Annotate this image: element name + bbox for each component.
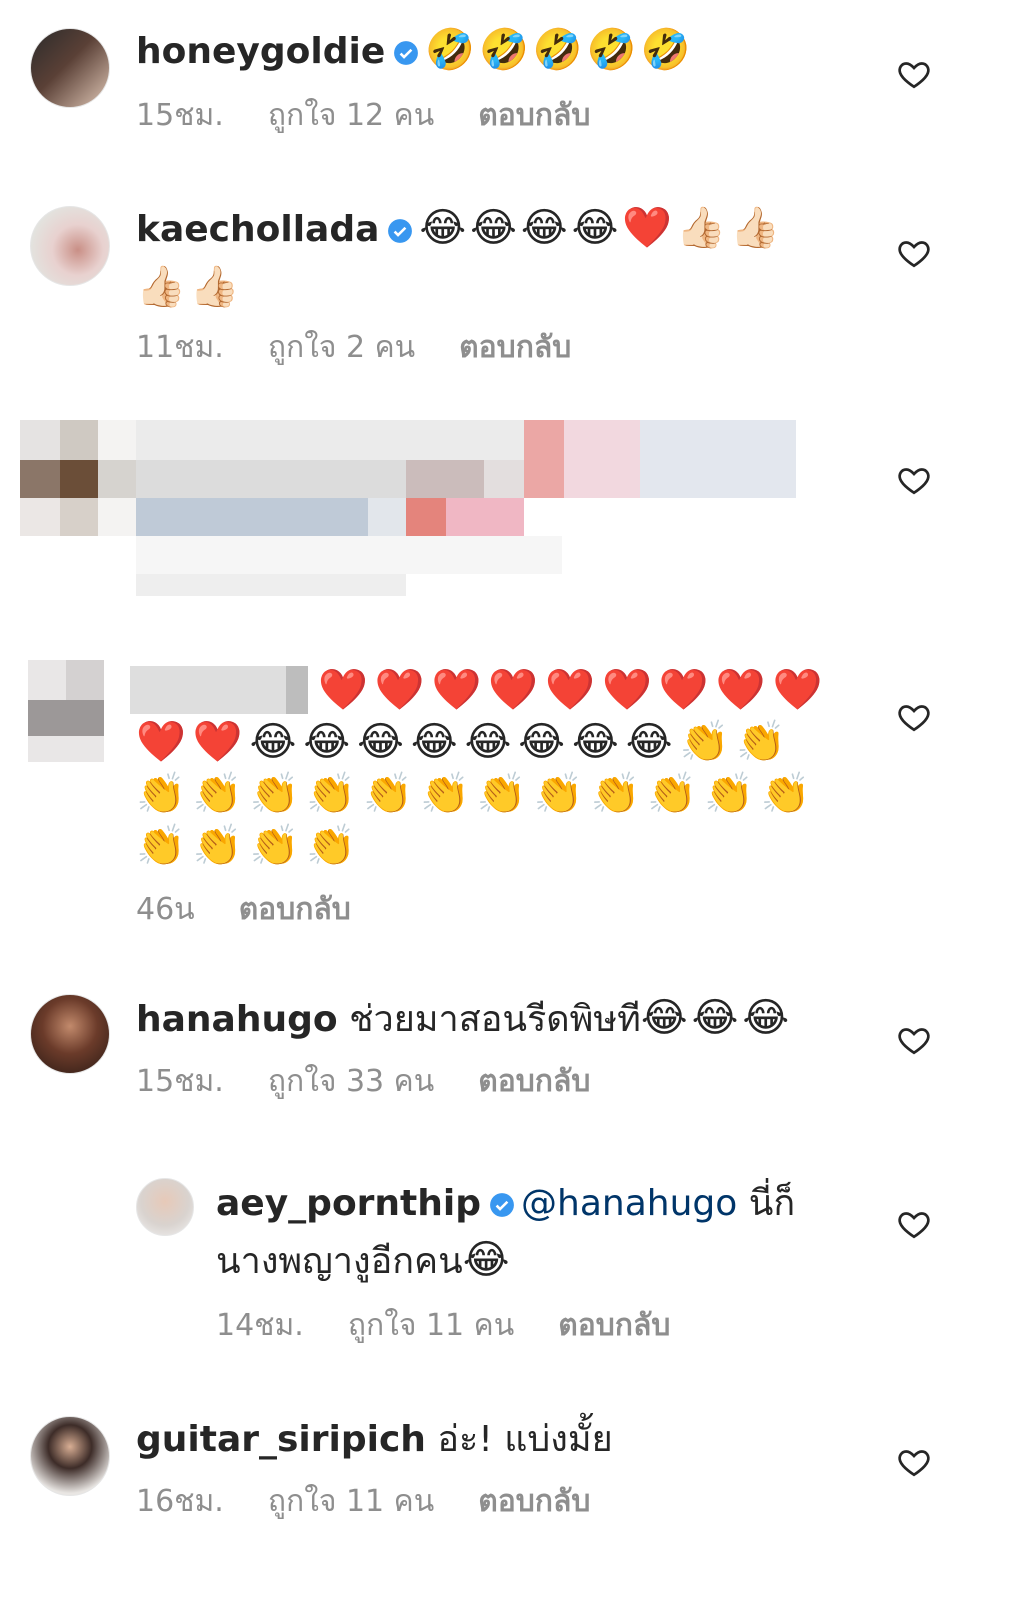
likes-count[interactable]: ถูกใจ 2 คน [268,330,415,365]
heart-outline-icon[interactable] [896,1022,932,1058]
reply-button[interactable]: ตอบกลับ [239,892,351,927]
username[interactable]: guitar_siripich [136,1419,426,1460]
comment-time: 15ชม. [136,1064,224,1099]
username[interactable]: kaechollada [136,209,379,250]
comment-text-continued: นางพญางูอีกคน [216,1241,463,1282]
reply-button[interactable]: ตอบกลับ [478,1484,590,1519]
heart-outline-icon[interactable] [896,1444,932,1480]
avatar[interactable] [30,28,110,108]
comment-emoji: 😂 [462,1237,514,1283]
username[interactable]: honeygoldie [136,31,385,72]
avatar[interactable] [30,1416,110,1496]
likes-count[interactable]: ถูกใจ 12 คน [268,98,434,133]
comment-text: 🤣🤣🤣🤣🤣 [425,27,695,73]
comment-time: 11ชม. [136,330,224,365]
comment-emoji: 😂😂😂 [640,995,794,1041]
verified-badge-icon [394,41,419,65]
comment-text: อ่ะ! แบ่งมั้ย [437,1419,613,1460]
comment-time: 14ชม. [216,1308,304,1343]
likes-count[interactable]: ถูกใจ 11 คน [268,1484,434,1519]
reply-button[interactable]: ตอบกลับ [459,330,571,365]
avatar[interactable] [136,1178,194,1236]
heart-outline-icon[interactable] [896,235,932,271]
heart-outline-icon[interactable] [896,56,932,92]
heart-outline-icon[interactable] [896,1206,932,1242]
reply-button[interactable]: ตอบกลับ [478,1064,590,1099]
comment-time: 16ชม. [136,1484,224,1519]
avatar[interactable] [30,206,110,286]
comment-text: ช่วยมาสอนรีดพิษที [349,999,641,1040]
username[interactable]: hanahugo [136,999,338,1040]
heart-outline-icon[interactable] [896,462,932,498]
verified-badge-icon [388,219,413,243]
username[interactable]: aey_pornthip [216,1183,481,1224]
comment-text: ❤️❤️❤️❤️❤️❤️❤️❤️❤️❤️❤️😂😂😂😂😂😂😂😂👏👏👏👏👏👏👏👏👏👏… [136,667,830,869]
mention-link[interactable]: @hanahugo [521,1183,737,1224]
comment-text: นี่ก็ [748,1183,796,1224]
heart-outline-icon[interactable] [896,699,932,735]
reply-button[interactable]: ตอบกลับ [478,98,590,133]
reply-button[interactable]: ตอบกลับ [558,1308,670,1343]
comment-time: 46น [136,892,195,927]
likes-count[interactable]: ถูกใจ 33 คน [268,1064,434,1099]
likes-count[interactable]: ถูกใจ 11 คน [348,1308,514,1343]
comment-time: 15ชม. [136,98,224,133]
avatar[interactable] [30,994,110,1074]
verified-badge-icon [490,1193,514,1217]
